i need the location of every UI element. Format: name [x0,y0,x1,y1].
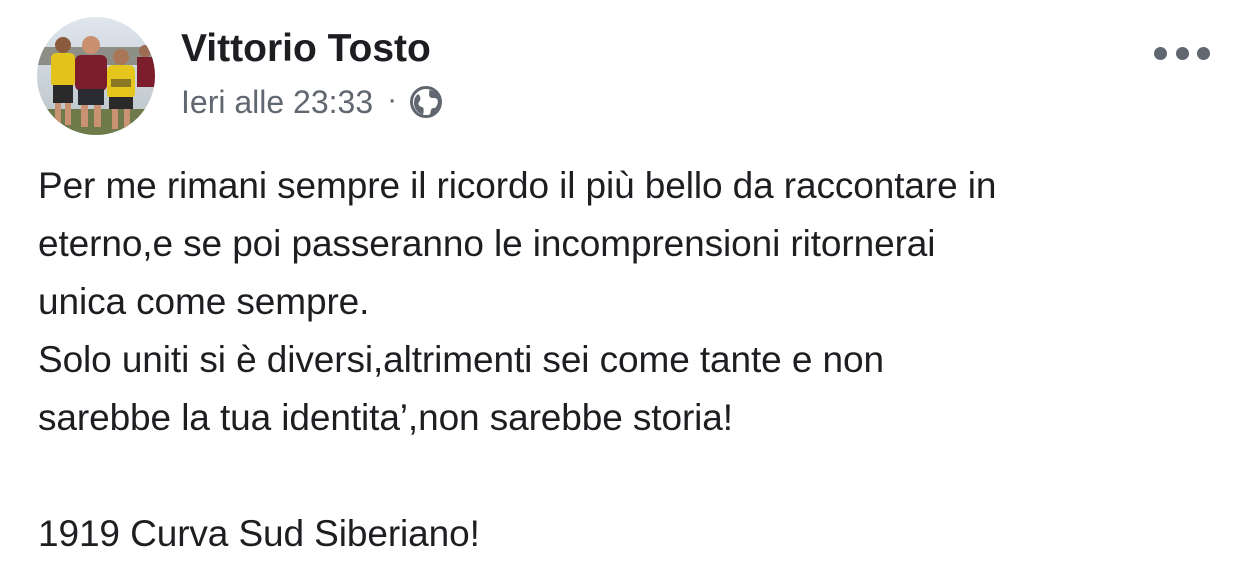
facebook-post: Vittorio Tosto Ieri alle 23:33 · Per me … [0,0,1242,554]
author-avatar[interactable] [37,17,155,135]
avatar-photo [37,17,155,135]
post-text-line: 1919 Curva Sud Siberiano! [38,513,480,554]
post-text-line: sarebbe la tua identita’,non sarebbe sto… [38,397,733,438]
post-timestamp[interactable]: Ieri alle 23:33 [181,84,373,121]
globe-icon[interactable] [409,85,443,119]
more-dot [1197,46,1210,60]
post-text-line: unica come sempre. [38,281,370,322]
post-text-line: eterno,e se poi passeranno le incomprens… [38,223,936,264]
more-dot [1175,46,1189,60]
more-dot [1154,46,1167,60]
post-meta: Ieri alle 23:33 · [181,82,443,122]
post-text-line: Solo uniti si è diversi,altrimenti sei c… [38,339,884,380]
post-text-line: Per me rimani sempre il ricordo il più b… [38,165,997,206]
author-name[interactable]: Vittorio Tosto [181,27,431,71]
more-options-icon[interactable] [1154,38,1210,68]
post-text: Per me rimani sempre il ricordo il più b… [38,157,1228,563]
meta-separator: · [387,83,398,116]
post-text-blank-line [38,447,1228,505]
